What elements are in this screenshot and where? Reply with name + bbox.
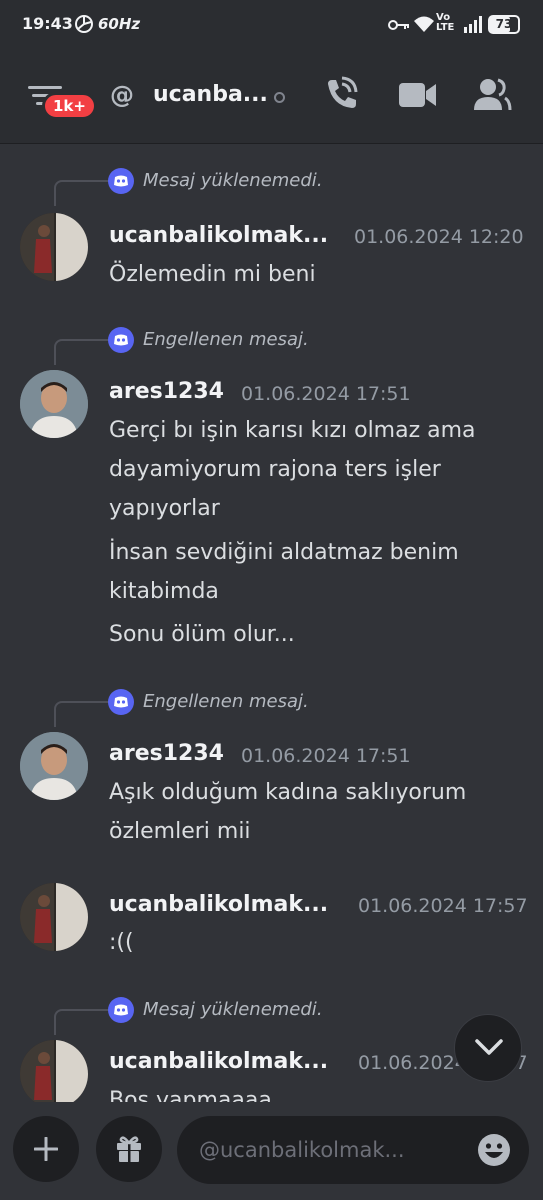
username[interactable]: ucanbalikolmak... <box>109 1049 328 1074</box>
message-composer: @ucanbalikolmak... <box>0 1102 543 1200</box>
message-input[interactable]: @ucanbalikolmak... <box>177 1116 529 1184</box>
offline-status-dot <box>274 92 285 103</box>
message-text: özlemleri mii <box>109 819 251 844</box>
refresh-rate: 60Hz <box>98 15 141 33</box>
battery-indicator: 73 <box>488 15 520 34</box>
reply-preview[interactable]: Engellenen mesaj. <box>143 691 309 712</box>
discord-icon <box>108 327 134 353</box>
avatar[interactable] <box>20 732 88 800</box>
avatar[interactable] <box>20 213 88 281</box>
discord-icon <box>108 168 134 194</box>
wifi-icon <box>413 15 435 37</box>
message[interactable]: Mesaj yüklenemedi. ucanbalikolmak... 01.… <box>0 168 543 298</box>
gift-button[interactable] <box>96 1116 162 1182</box>
reply-connector <box>54 180 110 206</box>
at-icon: @ <box>110 81 134 109</box>
message-text: Aşık olduğum kadına saklıyorum <box>109 780 467 805</box>
username[interactable]: ucanbalikolmak... <box>109 223 328 248</box>
message-text: Sonu ölüm olur... <box>109 622 295 647</box>
username[interactable]: ares1234 <box>109 379 224 404</box>
channel-title[interactable]: ucanba... <box>153 82 268 107</box>
message-text: kitabimda <box>109 579 219 604</box>
username[interactable]: ares1234 <box>109 741 224 766</box>
status-time: 19:43 <box>22 14 73 33</box>
reply-connector <box>54 339 110 365</box>
avatar[interactable] <box>20 370 88 438</box>
timestamp: 01.06.2024 17:57 <box>358 895 528 917</box>
message-text: Boş yapmaaaa <box>109 1088 272 1102</box>
discord-icon <box>108 689 134 715</box>
add-attachment-button[interactable] <box>13 1116 79 1182</box>
discord-icon <box>108 997 134 1023</box>
key-icon <box>388 17 410 36</box>
plus-icon <box>33 1136 59 1165</box>
scroll-to-bottom-button[interactable] <box>454 1014 522 1082</box>
notification-badge: 1k+ <box>42 92 97 120</box>
message-text: :(( <box>109 930 134 955</box>
message[interactable]: Engellenen mesaj. ares1234 01.06.2024 17… <box>0 689 543 849</box>
video-icon[interactable] <box>398 80 438 114</box>
avatar[interactable] <box>20 1040 88 1102</box>
message-list[interactable]: Mesaj yüklenemedi. ucanbalikolmak... 01.… <box>0 145 543 1102</box>
reply-connector <box>54 1009 110 1035</box>
reply-preview[interactable]: Mesaj yüklenemedi. <box>143 170 323 191</box>
network-type: Vo LTE <box>436 12 455 33</box>
timestamp: 01.06.2024 17:51 <box>241 745 411 767</box>
reply-preview[interactable]: Engellenen mesaj. <box>143 329 309 350</box>
signal-icon <box>463 15 485 37</box>
call-icon[interactable] <box>322 76 360 118</box>
gift-icon <box>114 1133 144 1167</box>
pinwheel-icon <box>74 14 94 38</box>
message-text: Özlemedin mi beni <box>109 262 316 287</box>
message-input-placeholder: @ucanbalikolmak... <box>199 1138 405 1162</box>
battery-level: 73 <box>495 17 513 31</box>
channel-header: 1k+ @ ucanba... <box>0 48 543 144</box>
chevron-down-icon <box>474 1037 504 1061</box>
message-text: Gerçi bı işin karısı kızı olmaz ama <box>109 418 476 443</box>
username[interactable]: ucanbalikolmak... <box>109 892 328 917</box>
timestamp: 01.06.2024 12:20 <box>354 226 524 248</box>
message-text: İnsan sevdiğini aldatmaz benim <box>109 540 459 565</box>
message-text: yapıyorlar <box>109 496 220 521</box>
reply-preview[interactable]: Mesaj yüklenemedi. <box>143 999 323 1020</box>
message-text: dayamiyorum rajona ters işler <box>109 457 441 482</box>
members-icon[interactable] <box>472 76 512 118</box>
message[interactable]: Engellenen mesaj. ares1234 01.06.2024 17… <box>0 327 543 647</box>
message[interactable]: ucanbalikolmak... 01.06.2024 17:57 :(( <box>0 882 543 982</box>
status-bar: 19:43 60Hz Vo LTE 73 <box>0 0 543 48</box>
emoji-icon[interactable] <box>477 1133 511 1171</box>
avatar[interactable] <box>20 883 88 951</box>
reply-connector <box>54 701 110 727</box>
discord-dm-screen: 19:43 60Hz Vo LTE 73 1k+ @ ucanba... Mes… <box>0 0 543 1200</box>
timestamp: 01.06.2024 17:51 <box>241 383 411 405</box>
